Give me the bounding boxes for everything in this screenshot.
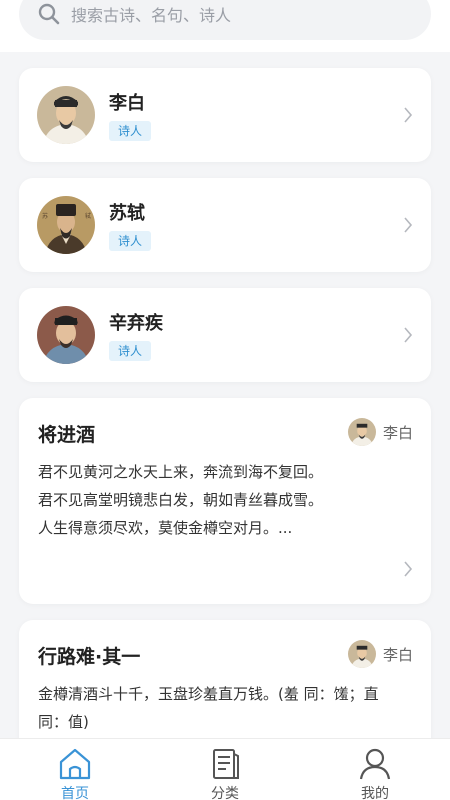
poet-tag: 诗人 bbox=[109, 121, 152, 141]
poet-name: 李白 bbox=[109, 93, 145, 114]
content-feed[interactable]: 李白 诗人 苏 轼 苏轼 诗人 辛弃疾 诗人 将进酒 李白 君不见黄河之水天上来… bbox=[0, 52, 450, 738]
home-icon bbox=[59, 748, 91, 780]
poet-tag: 诗人 bbox=[109, 231, 152, 251]
svg-text:苏: 苏 bbox=[42, 212, 48, 220]
tab-profile[interactable]: 我的 bbox=[335, 747, 415, 800]
poem-author[interactable]: 李白 bbox=[347, 640, 413, 668]
poem-excerpt: 君不见黄河之水天上来，奔流到海不复回。 君不见高堂明镜悲白发，朝如青丝暮成雪。 … bbox=[38, 458, 413, 542]
search-bar[interactable]: 搜索古诗、名句、诗人 bbox=[19, 0, 431, 40]
author-name: 李白 bbox=[382, 645, 413, 664]
poem-author[interactable]: 李白 bbox=[347, 418, 413, 446]
poem-line: 金樽清酒斗十千，玉盘珍羞直万钱。(羞 同：馐；直 bbox=[38, 685, 379, 703]
search-placeholder: 搜索古诗、名句、诗人 bbox=[71, 6, 232, 25]
tab-label: 分类 bbox=[211, 786, 239, 800]
poem-line: 君不见高堂明镜悲白发，朝如青丝暮成雪。 bbox=[38, 491, 324, 509]
poem-line: 同：值) bbox=[38, 713, 89, 731]
poem-title: 行路难·其一 bbox=[38, 646, 141, 668]
poet-card-xin-qiji[interactable]: 辛弃疾 诗人 bbox=[19, 288, 431, 382]
poem-card-qiang-jin-jiu[interactable]: 将进酒 李白 君不见黄河之水天上来，奔流到海不复回。 君不见高堂明镜悲白发，朝如… bbox=[19, 398, 431, 604]
tab-label: 我的 bbox=[361, 786, 389, 800]
svg-text:轼: 轼 bbox=[85, 212, 91, 220]
xin-qiji-portrait bbox=[37, 306, 95, 364]
user-icon bbox=[359, 748, 391, 780]
search-header: 搜索古诗、名句、诗人 bbox=[0, 0, 450, 52]
chevron-right-icon bbox=[403, 216, 413, 234]
tab-category[interactable]: 分类 bbox=[185, 747, 265, 800]
poem-line: 人生得意须尽欢，莫使金樽空对月。... bbox=[38, 519, 293, 537]
poet-name: 苏轼 bbox=[109, 203, 145, 224]
author-name: 李白 bbox=[382, 423, 413, 442]
poet-card-su-shi[interactable]: 苏 轼 苏轼 诗人 bbox=[19, 178, 431, 272]
poet-name: 辛弃疾 bbox=[109, 313, 163, 334]
tab-home[interactable]: 首页 bbox=[35, 747, 115, 800]
poem-title: 将进酒 bbox=[38, 424, 96, 446]
book-icon bbox=[213, 749, 239, 779]
poet-card-li-bai[interactable]: 李白 诗人 bbox=[19, 68, 431, 162]
su-shi-portrait: 苏 轼 bbox=[37, 196, 95, 254]
chevron-right-icon bbox=[403, 106, 413, 124]
tab-label: 首页 bbox=[61, 786, 89, 800]
chevron-right-icon bbox=[403, 326, 413, 344]
poet-tag: 诗人 bbox=[109, 341, 152, 361]
li-bai-avatar-small bbox=[347, 640, 376, 668]
chevron-right-icon bbox=[403, 560, 413, 578]
poem-line: 君不见黄河之水天上来，奔流到海不复回。 bbox=[38, 463, 324, 481]
poem-card-xing-lu-nan[interactable]: 行路难·其一 李白 金樽清酒斗十千，玉盘珍羞直万钱。(羞 同：馐；直 同：值) bbox=[19, 620, 431, 738]
poem-excerpt: 金樽清酒斗十千，玉盘珍羞直万钱。(羞 同：馐；直 同：值) bbox=[38, 680, 413, 736]
li-bai-avatar-small bbox=[347, 418, 376, 446]
li-bai-portrait bbox=[37, 86, 95, 144]
search-icon bbox=[38, 3, 60, 25]
bottom-tab-bar: 首页 分类 我的 bbox=[0, 738, 450, 800]
